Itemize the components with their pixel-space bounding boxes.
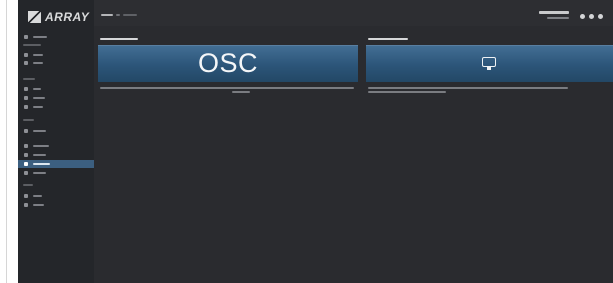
- sidebar-item[interactable]: [24, 51, 43, 59]
- sidebar: ARRAY: [18, 0, 94, 283]
- sidebar-section-label: [23, 184, 33, 186]
- user-name: [539, 11, 569, 14]
- user-icon: [24, 194, 28, 198]
- sidebar-item-label: [33, 88, 41, 90]
- breadcrumb-item: [123, 14, 137, 16]
- sidebar-item-label: [33, 172, 46, 174]
- pencil-icon: [24, 153, 28, 157]
- link-icon: [24, 105, 28, 109]
- user-icon[interactable]: [580, 14, 585, 19]
- brand-name: ARRAY: [45, 10, 90, 24]
- sidebar-item-label: [33, 54, 43, 56]
- breadcrumb-item[interactable]: [101, 14, 113, 16]
- sidebar-item-label: [33, 36, 47, 38]
- sidebar-item[interactable]: [18, 160, 94, 168]
- user-info[interactable]: [539, 11, 569, 19]
- osc-description: [232, 91, 250, 93]
- osc-card-label: OSC: [197, 48, 258, 78]
- sidebar-section-label: [23, 78, 35, 80]
- monitor-icon: [482, 57, 496, 67]
- app-window: ARRAY OSC: [18, 0, 613, 283]
- sidebar-item-label: [33, 62, 43, 64]
- sidebar-item-label: [33, 163, 50, 165]
- sidebar-item-dashboard[interactable]: [24, 33, 47, 41]
- osc-panel-header: [100, 38, 138, 40]
- logout-icon: [24, 203, 28, 207]
- sidebar-item[interactable]: [24, 192, 42, 200]
- sidebar-section-label: [23, 44, 41, 46]
- eye-icon: [24, 144, 28, 148]
- sidebar-item[interactable]: [24, 127, 46, 135]
- sidebar-item[interactable]: [24, 103, 43, 111]
- sidebar-item[interactable]: [24, 201, 44, 209]
- sidebar-item[interactable]: [24, 169, 46, 177]
- web-panel-header: [368, 38, 408, 40]
- power-icon[interactable]: [598, 14, 603, 19]
- user-role: [547, 17, 569, 19]
- sidebar-section-label: [23, 119, 34, 121]
- array-logo-icon: [28, 11, 41, 23]
- breadcrumb-separator: [116, 14, 120, 16]
- dashboard-icon: [24, 35, 28, 39]
- help-icon[interactable]: [589, 14, 594, 19]
- sidebar-item[interactable]: [24, 151, 46, 159]
- sidebar-item[interactable]: [24, 94, 45, 102]
- breadcrumb: [101, 14, 137, 16]
- sidebar-item[interactable]: [24, 59, 43, 67]
- gear-icon: [24, 53, 28, 57]
- osc-card[interactable]: OSC: [98, 45, 358, 82]
- settings-icon: [24, 162, 28, 166]
- sidebar-item-label: [33, 204, 44, 206]
- brand-logo[interactable]: ARRAY: [28, 9, 89, 25]
- osc-description: [100, 87, 354, 89]
- sidebar-item-label: [33, 106, 43, 108]
- shield-icon: [24, 96, 28, 100]
- web-description: [368, 91, 446, 93]
- network-icon: [24, 87, 28, 91]
- sidebar-item-label: [33, 97, 45, 99]
- web-card[interactable]: [366, 45, 613, 82]
- sidebar-item-label: [33, 145, 49, 147]
- sidebar-item[interactable]: [24, 85, 41, 93]
- sidebar-item-label: [33, 130, 46, 132]
- users-icon: [24, 129, 28, 133]
- sidebar-item-label: [33, 154, 46, 156]
- page-left-border: [6, 0, 7, 283]
- sidebar-item-label: [33, 195, 42, 197]
- monitor-icon: [24, 171, 28, 175]
- top-bar: [94, 0, 613, 26]
- sidebar-item[interactable]: [24, 142, 49, 150]
- gear-icon: [24, 61, 28, 65]
- web-description: [368, 87, 568, 89]
- monitor-stand: [487, 67, 491, 70]
